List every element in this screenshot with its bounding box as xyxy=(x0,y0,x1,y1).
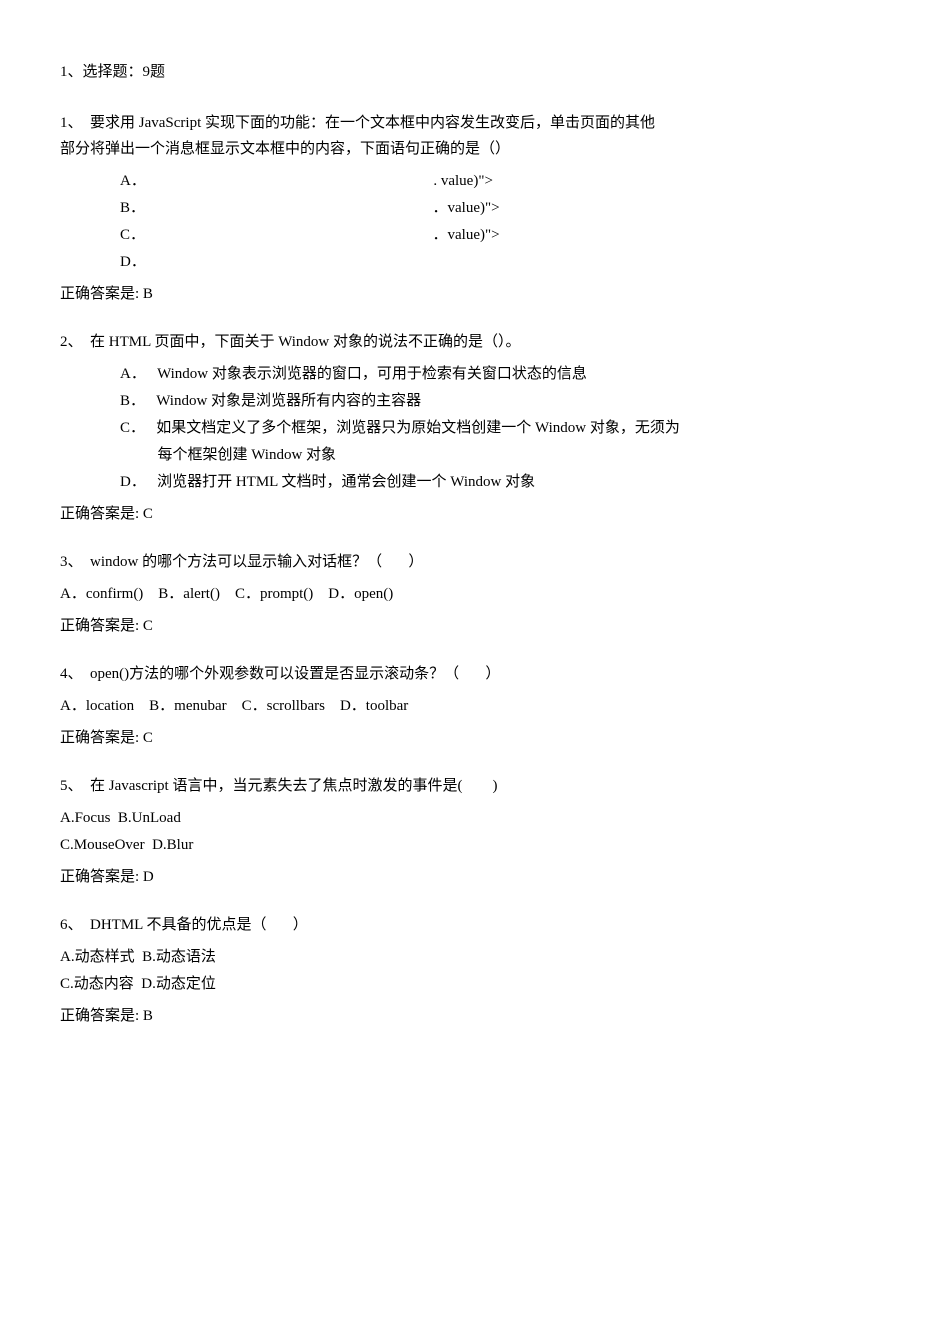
question-4: 4、 open()方法的哪个外观参数可以设置是否显示滚动条？（ ） A．loca… xyxy=(60,662,885,752)
answer-3: 正确答案是: C xyxy=(60,614,885,640)
option-1-b: B． ．value)"> xyxy=(120,195,885,222)
question-3-text: 3、 window 的哪个方法可以显示输入对话框？（ ） xyxy=(60,550,885,576)
answer-1: 正确答案是: B xyxy=(60,282,885,308)
answer-label-4: 正确答案是: xyxy=(60,730,143,746)
question-4-text: 4、 open()方法的哪个外观参数可以设置是否显示滚动条？（ ） xyxy=(60,662,885,688)
answer-value-3: C xyxy=(143,618,153,634)
option-label: D． xyxy=(120,254,146,270)
question-6-options-row1: A.动态样式 B.动态语法 xyxy=(60,944,885,971)
option-1-d: D． xyxy=(120,249,885,276)
question-2-options: A． Window 对象表示浏览器的窗口，可用于检索有关窗口状态的信息 B． W… xyxy=(60,361,885,496)
section-header: 1、选择题：9题 xyxy=(60,60,885,86)
option-text: ．value)"> xyxy=(433,227,500,243)
question-2-text: 2、 在 HTML 页面中，下面关于 Window 对象的说法不正确的是（）。 xyxy=(60,330,885,356)
question-5-options-row1: A.Focus B.UnLoad xyxy=(60,805,885,832)
option-2-c: C． 如果文档定义了多个框架，浏览器只为原始文档创建一个 Window 对象，无… xyxy=(120,415,885,469)
answer-label-2: 正确答案是: xyxy=(60,506,143,522)
question-2: 2、 在 HTML 页面中，下面关于 Window 对象的说法不正确的是（）。 … xyxy=(60,330,885,528)
answer-label-6: 正确答案是: xyxy=(60,1008,143,1024)
question-6-text: 6、 DHTML 不具备的优点是（ ） xyxy=(60,913,885,939)
question-4-options: A．location B．menubar C．scrollbars D．tool… xyxy=(60,693,885,720)
answer-5: 正确答案是: D xyxy=(60,865,885,891)
section-label: 1、选择题：9题 xyxy=(60,60,885,86)
answer-value-1: B xyxy=(143,286,153,302)
option-label: A． xyxy=(120,173,146,189)
option-text: . value)"> xyxy=(433,173,493,189)
answer-value-4: C xyxy=(143,730,153,746)
option-label: C． xyxy=(120,227,145,243)
question-6: 6、 DHTML 不具备的优点是（ ） A.动态样式 B.动态语法 C.动态内容… xyxy=(60,913,885,1030)
option-2-a: A． Window 对象表示浏览器的窗口，可用于检索有关窗口状态的信息 xyxy=(120,361,885,388)
question-5-options-row2: C.MouseOver D.Blur xyxy=(60,832,885,859)
answer-4: 正确答案是: C xyxy=(60,726,885,752)
option-1-c: C． ．value)"> xyxy=(120,222,885,249)
question-5-text: 5、 在 Javascript 语言中，当元素失去了焦点时激发的事件是( ) xyxy=(60,774,885,800)
answer-label-1: 正确答案是: xyxy=(60,286,143,302)
question-3-options: A．confirm() B．alert() C．prompt() D．open(… xyxy=(60,581,885,608)
answer-2: 正确答案是: C xyxy=(60,502,885,528)
answer-value-6: B xyxy=(143,1008,153,1024)
question-1-text: 1、 要求用 JavaScript 实现下面的功能：在一个文本框中内容发生改变后… xyxy=(60,111,885,162)
option-label: B． xyxy=(120,200,145,216)
answer-6: 正确答案是: B xyxy=(60,1004,885,1030)
option-text: ．value)"> xyxy=(433,200,500,216)
option-2-b: B． Window 对象是浏览器所有内容的主容器 xyxy=(120,388,885,415)
question-1-options: A． . value)"> B． ．value)"> C． ．value)"> … xyxy=(60,168,885,276)
answer-value-2: C xyxy=(143,506,153,522)
answer-label-3: 正确答案是: xyxy=(60,618,143,634)
question-6-options-row2: C.动态内容 D.动态定位 xyxy=(60,971,885,998)
answer-label-5: 正确答案是: xyxy=(60,869,143,885)
question-3: 3、 window 的哪个方法可以显示输入对话框？（ ） A．confirm()… xyxy=(60,550,885,640)
answer-value-5: D xyxy=(143,869,154,885)
question-5: 5、 在 Javascript 语言中，当元素失去了焦点时激发的事件是( ) A… xyxy=(60,774,885,891)
option-1-a: A． . value)"> xyxy=(120,168,885,195)
option-2-d: D． 浏览器打开 HTML 文档时，通常会创建一个 Window 对象 xyxy=(120,469,885,496)
question-1: 1、 要求用 JavaScript 实现下面的功能：在一个文本框中内容发生改变后… xyxy=(60,111,885,308)
